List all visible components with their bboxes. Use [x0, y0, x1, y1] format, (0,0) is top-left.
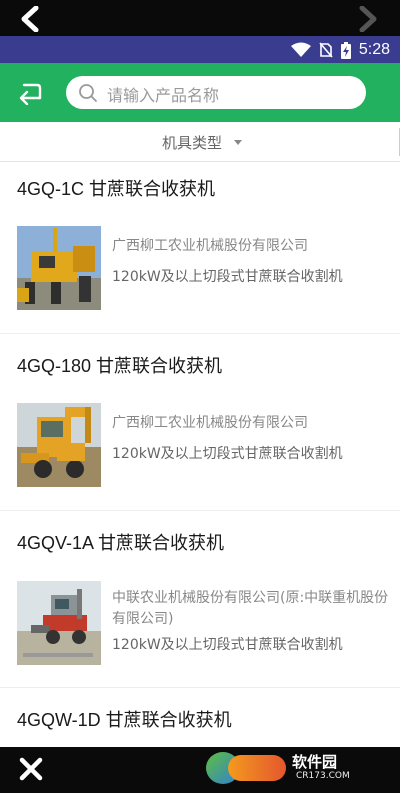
item-title: 4GQV-1A 甘蔗联合收获机: [17, 533, 225, 553]
item-spec: 120kW及以上切段式甘蔗联合收割机: [112, 637, 343, 653]
browser-bottom-bar: 软件园 CR173.COM: [0, 747, 400, 793]
harvester-photo: [17, 226, 101, 310]
filter-bar: 机具类型: [0, 122, 400, 162]
status-icons: 5:28: [290, 40, 390, 60]
product-list: 4GQ-1C 甘蔗联合收获机 广西柳工农业机械股份有限公司 120kW及以上切段…: [0, 162, 400, 747]
filter-machine-type[interactable]: 机具类型: [162, 132, 222, 153]
divider: [0, 333, 400, 334]
item-manufacturer: 广西柳工农业机械股份有限公司: [112, 415, 308, 431]
harvester-photo: [17, 581, 101, 665]
close-icon[interactable]: [18, 756, 44, 782]
harvester-photo: [17, 403, 101, 487]
watermark-logo: 软件园 CR173.COM: [206, 750, 382, 786]
search-input[interactable]: 请输入产品名称: [66, 76, 366, 109]
item-title: 4GQ-180 甘蔗联合收获机: [17, 356, 223, 376]
browser-top-bar: [0, 0, 400, 36]
wifi-icon: [290, 42, 311, 57]
item-title: 4GQW-1D 甘蔗联合收获机: [17, 710, 232, 730]
item-spec: 120kW及以上切段式甘蔗联合收割机: [112, 269, 343, 285]
chevron-right-icon[interactable]: [354, 6, 384, 32]
chevron-left-icon[interactable]: [12, 6, 46, 32]
back-arrow-icon[interactable]: [14, 79, 42, 105]
item-title: 4GQ-1C 甘蔗联合收获机: [17, 179, 216, 199]
battery-charging-icon: [340, 41, 351, 59]
item-manufacturer: 广西柳工农业机械股份有限公司: [112, 238, 308, 254]
status-bar: 5:28: [0, 36, 400, 63]
no-sim-icon: [319, 42, 333, 58]
item-manufacturer: 中联农业机械股份有限公司(原:中联重机股份有限公司): [112, 590, 389, 627]
divider: [0, 510, 400, 511]
watermark-subtext: CR173.COM: [296, 771, 350, 781]
divider: [0, 687, 400, 688]
dropdown-caret-icon[interactable]: [234, 140, 242, 145]
search-placeholder: 请输入产品名称: [107, 86, 220, 105]
watermark-text: 软件园: [292, 753, 338, 771]
status-time: 5:28: [358, 41, 390, 58]
search-icon: [79, 84, 97, 102]
app-bar: 请输入产品名称: [0, 63, 400, 122]
watermark-pill: [228, 755, 286, 781]
item-spec: 120kW及以上切段式甘蔗联合收割机: [112, 446, 343, 462]
